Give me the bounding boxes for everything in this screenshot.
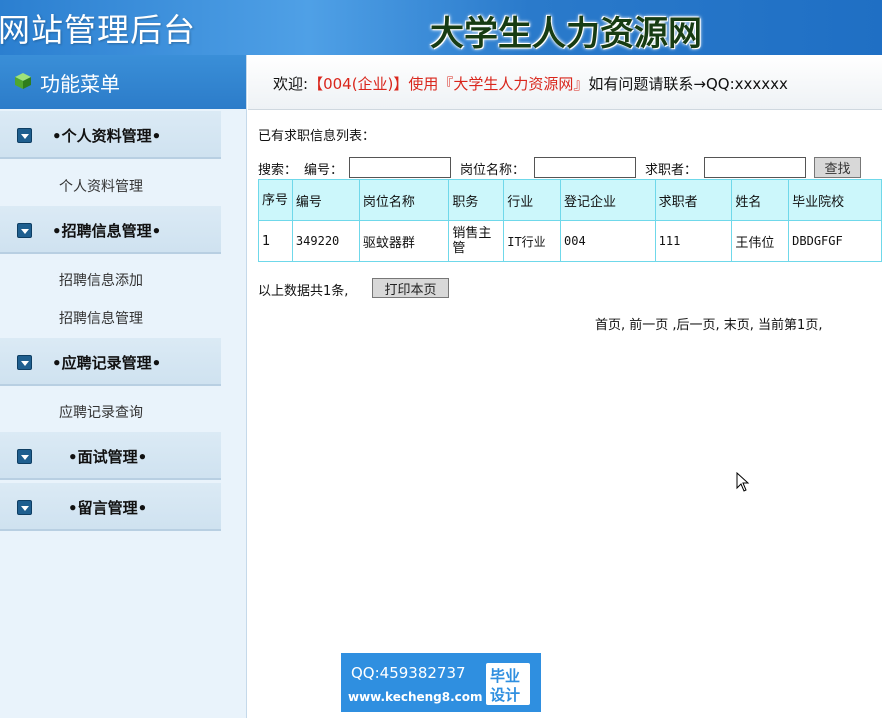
search-applicant-input[interactable] <box>704 157 806 178</box>
welcome-prefix: 欢迎: <box>273 75 309 93</box>
search-position-input[interactable] <box>534 157 636 178</box>
column-header: 毕业院校 <box>788 179 882 221</box>
menu-group-label: •个人资料管理• <box>52 127 162 145</box>
search-label: 搜索： <box>258 163 298 178</box>
watermark-qq: QQ:459382737 <box>351 664 466 682</box>
menu-title-bar: 功能菜单 <box>0 55 246 109</box>
watermark-banner: QQ:459382737 www.kecheng8.com 毕业 设计 <box>341 653 541 712</box>
column-header: 岗位名称 <box>358 179 450 221</box>
welcome-contact: 如有问题请联系→QQ:xxxxxx <box>588 75 788 93</box>
cube-icon <box>15 73 31 89</box>
print-page-button[interactable]: 打印本页 <box>372 278 449 298</box>
job-seeker-table: 序号 编号 岗位名称 职务 行业 登记企业 求职者 姓名 毕业院校 1 3492… <box>258 179 882 262</box>
column-header: 序号 <box>258 179 293 221</box>
pagination[interactable]: 首页, 前一页 ,后一页, 末页, 当前第1页, <box>595 314 822 333</box>
expand-toggle-icon[interactable] <box>17 449 32 464</box>
expand-toggle-icon[interactable] <box>17 355 32 370</box>
expand-toggle-icon[interactable] <box>17 223 32 238</box>
column-header: 职务 <box>448 179 505 221</box>
cell-name: 王伟位 <box>731 220 790 262</box>
welcome-user: 【004(企业)】使用『大学生人力资源网』 <box>308 75 589 93</box>
welcome-text: 欢迎:【004(企业)】使用『大学生人力资源网』如有问题请联系→QQ:xxxxx… <box>273 73 788 94</box>
cell-index: 1 <box>258 220 293 262</box>
column-header: 登记企业 <box>560 179 656 221</box>
watermark-url: www.kecheng8.com <box>348 690 483 704</box>
menu-group-interview[interactable]: •面试管理• <box>0 432 221 480</box>
cell-school: DBDGFGF <box>788 220 882 262</box>
search-id-input[interactable] <box>349 157 451 178</box>
admin-title: 网站管理后台 <box>0 11 197 49</box>
menu-item-recruit-add[interactable]: 招聘信息添加 <box>59 270 143 290</box>
menu-group-label: •留言管理• <box>68 499 148 517</box>
menu-group-profile[interactable]: •个人资料管理• <box>0 111 221 159</box>
cell-applicant: 111 <box>654 220 733 262</box>
expand-toggle-icon[interactable] <box>17 128 32 143</box>
expand-toggle-icon[interactable] <box>17 500 32 515</box>
menu-group-label: •应聘记录管理• <box>52 354 162 372</box>
table-header-row: 序号 编号 岗位名称 职务 行业 登记企业 求职者 姓名 毕业院校 <box>258 179 882 221</box>
menu-group-label: •面试管理• <box>68 448 148 466</box>
menu-title: 功能菜单 <box>40 72 120 96</box>
table-row: 1 349220 驱蚊器群 销售主管 IT行业 004 111 王伟位 DBDG… <box>258 220 882 262</box>
watermark-badge: 毕业 设计 <box>486 663 530 705</box>
site-title: 大学生人力资源网 <box>430 14 702 54</box>
cell-id: 349220 <box>291 220 360 262</box>
menu-group-application[interactable]: •应聘记录管理• <box>0 338 221 386</box>
watermark-badge-line2: 设计 <box>490 686 521 704</box>
cell-company: 004 <box>560 220 656 262</box>
column-header: 求职者 <box>654 179 733 221</box>
menu-item-profile-manage[interactable]: 个人资料管理 <box>59 176 143 196</box>
search-id-label: 编号： <box>304 163 344 178</box>
menu-group-label: •招聘信息管理• <box>52 222 162 240</box>
column-header: 编号 <box>291 179 360 221</box>
list-caption: 已有求职信息列表： <box>258 129 376 144</box>
column-header: 姓名 <box>731 179 790 221</box>
welcome-bar: 欢迎:【004(企业)】使用『大学生人力资源网』如有问题请联系→QQ:xxxxx… <box>248 55 882 110</box>
search-button[interactable]: 查找 <box>814 157 861 178</box>
menu-group-recruit[interactable]: •招聘信息管理• <box>0 206 221 254</box>
watermark-badge-line1: 毕业 <box>490 667 521 685</box>
column-header: 行业 <box>503 179 562 221</box>
search-position-label: 岗位名称： <box>460 163 526 178</box>
cell-duty: 销售主管 <box>448 220 505 262</box>
mouse-cursor-icon <box>736 472 750 492</box>
menu-item-application-query[interactable]: 应聘记录查询 <box>59 402 143 422</box>
menu-item-recruit-manage[interactable]: 招聘信息管理 <box>59 308 143 328</box>
cell-industry: IT行业 <box>503 220 562 262</box>
menu-group-message[interactable]: •留言管理• <box>0 483 221 531</box>
top-header: 网站管理后台 大学生人力资源网 <box>0 0 882 55</box>
search-applicant-label: 求职者： <box>645 163 698 178</box>
record-count: 以上数据共1条, <box>258 284 349 299</box>
cell-position: 驱蚊器群 <box>358 220 450 262</box>
